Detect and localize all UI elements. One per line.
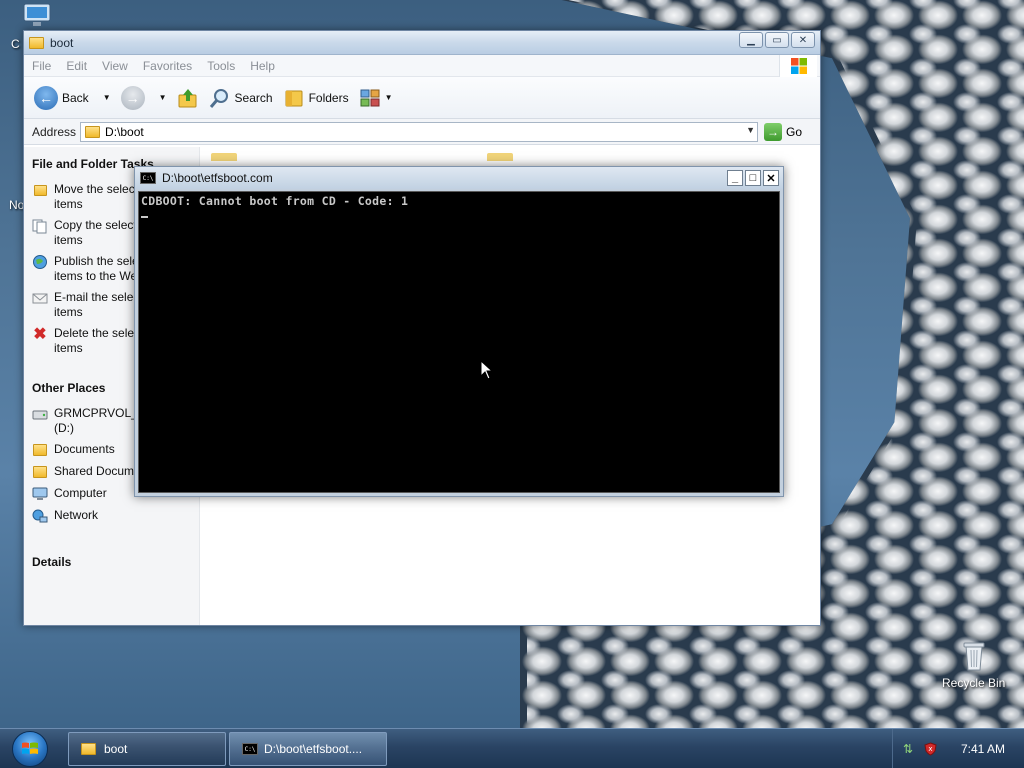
drive-icon [32, 406, 48, 422]
go-button[interactable]: → Go [764, 122, 803, 141]
details-heading[interactable]: Details [32, 555, 199, 569]
folder-icon [81, 743, 96, 755]
console-maximize-button[interactable]: □ [745, 170, 761, 186]
folders-button[interactable]: Folders [283, 87, 349, 109]
start-button[interactable] [12, 731, 48, 767]
svg-text:x: x [928, 745, 932, 753]
forward-button[interactable]: → ▼ [120, 85, 167, 110]
console-minimize-button[interactable]: _ [727, 170, 743, 186]
go-arrow-icon: → [764, 122, 783, 141]
move-icon [32, 182, 48, 198]
windows-logo-icon [22, 742, 38, 754]
taskbar-button-console[interactable]: C:\ D:\boot\etfsboot.... [229, 732, 387, 766]
clock[interactable]: 7:41 AM [961, 742, 1005, 756]
address-label: Address [32, 124, 77, 139]
place-label: Network [54, 508, 99, 522]
back-label: Back [62, 90, 89, 105]
taskbar: boot C:\ D:\boot\etfsboot.... ⇅ x 7:41 A… [0, 728, 1024, 768]
taskbar-button-explorer[interactable]: boot [68, 732, 226, 766]
taskbar-button-label: boot [104, 742, 128, 756]
up-folder-button[interactable] [177, 87, 199, 109]
email-icon [32, 290, 48, 306]
folders-label: Folders [308, 90, 349, 105]
place-label: Computer [54, 486, 107, 500]
up-folder-icon [178, 88, 197, 107]
forward-dropdown-icon[interactable]: ▼ [159, 93, 167, 102]
shared-folder-icon [32, 464, 48, 480]
menu-edit[interactable]: Edit [66, 59, 87, 73]
maximize-icon: □ [749, 172, 757, 184]
computer-icon [32, 486, 48, 502]
copy-icon [32, 218, 48, 234]
address-value: D:\boot [105, 124, 144, 139]
desktop-icon-label-partial: C [11, 37, 20, 51]
trash-icon [963, 642, 985, 671]
minimize-icon: _ [731, 172, 739, 184]
console-close-button[interactable]: ✕ [763, 170, 779, 186]
place-label: Documents [54, 442, 115, 456]
place-label: GRMCPRVOL_ [54, 406, 138, 420]
documents-icon [32, 442, 48, 458]
console-icon: C:\ [242, 743, 258, 755]
taskbar-button-label: D:\boot\etfsboot.... [264, 742, 363, 756]
folders-icon [285, 90, 303, 106]
monitor-icon [23, 3, 51, 26]
close-button[interactable]: ✕ [791, 32, 815, 48]
console-titlebar[interactable]: C:\ D:\boot\etfsboot.com _ □ ✕ [135, 167, 783, 189]
menu-view[interactable]: View [102, 59, 128, 73]
minimize-button[interactable]: ▁ [739, 32, 763, 48]
mouse-pointer-icon [480, 359, 494, 383]
explorer-title: boot [50, 35, 74, 50]
search-label: Search [234, 90, 273, 105]
console-title: D:\boot\etfsboot.com [162, 171, 273, 185]
place-label: (D:) [54, 421, 74, 435]
folder-icon [29, 36, 44, 49]
console-output-line: CDBOOT: Cannot boot from CD - Code: 1 [141, 194, 409, 208]
console-window[interactable]: C:\ D:\boot\etfsboot.com _ □ ✕ CDBOOT: C… [134, 166, 784, 497]
back-arrow-icon: ← [34, 85, 58, 110]
forward-arrow-icon: → [120, 85, 145, 110]
security-shield-icon[interactable]: x [923, 742, 937, 756]
console-output-area[interactable]: CDBOOT: Cannot boot from CD - Code: 1 [138, 191, 780, 493]
minimize-icon: ▁ [747, 34, 755, 46]
toolbar: ← Back ▼ → ▼ Search Folders ▼ [24, 77, 820, 119]
folder-icon[interactable] [211, 153, 237, 161]
views-icon [360, 89, 380, 106]
back-button[interactable]: ← Back ▼ [34, 85, 111, 110]
menu-file[interactable]: File [32, 59, 51, 73]
search-button[interactable]: Search [209, 87, 273, 109]
address-bar: Address D:\boot ▼ → Go [24, 119, 820, 145]
maximize-icon: ▭ [772, 34, 782, 46]
menu-favorites[interactable]: Favorites [143, 59, 192, 73]
close-icon: ✕ [766, 172, 776, 185]
menu-bar: File Edit View Favorites Tools Help [24, 55, 820, 77]
network-tray-icon[interactable]: ⇅ [901, 742, 915, 756]
close-icon: ✕ [798, 34, 808, 46]
back-dropdown-icon[interactable]: ▼ [103, 93, 111, 102]
network-icon [32, 508, 48, 524]
place-network[interactable]: Network [24, 505, 199, 527]
go-label: Go [786, 124, 803, 139]
menu-help[interactable]: Help [250, 59, 275, 73]
windows-logo-icon [779, 55, 817, 77]
folder-icon[interactable] [487, 153, 513, 161]
recycle-bin-label: Recycle Bin [942, 676, 1006, 690]
recycle-bin-icon[interactable]: Recycle Bin [942, 640, 1005, 690]
explorer-titlebar[interactable]: boot ▁ ▭ ✕ [24, 31, 820, 55]
address-dropdown-icon[interactable]: ▼ [746, 125, 755, 135]
views-button[interactable]: ▼ [359, 87, 393, 109]
system-tray: ⇅ x 7:41 AM [892, 729, 1024, 768]
console-cursor [141, 216, 148, 218]
folder-icon [85, 125, 101, 138]
computer-desktop-icon[interactable] [22, 2, 52, 28]
publish-icon [32, 254, 48, 270]
address-input[interactable]: D:\boot ▼ [80, 121, 759, 142]
delete-icon: ✖ [33, 325, 47, 343]
console-icon: C:\ [140, 172, 156, 184]
views-dropdown-icon: ▼ [384, 93, 393, 102]
maximize-button[interactable]: ▭ [765, 32, 789, 48]
search-icon [209, 88, 228, 108]
menu-tools[interactable]: Tools [207, 59, 235, 73]
